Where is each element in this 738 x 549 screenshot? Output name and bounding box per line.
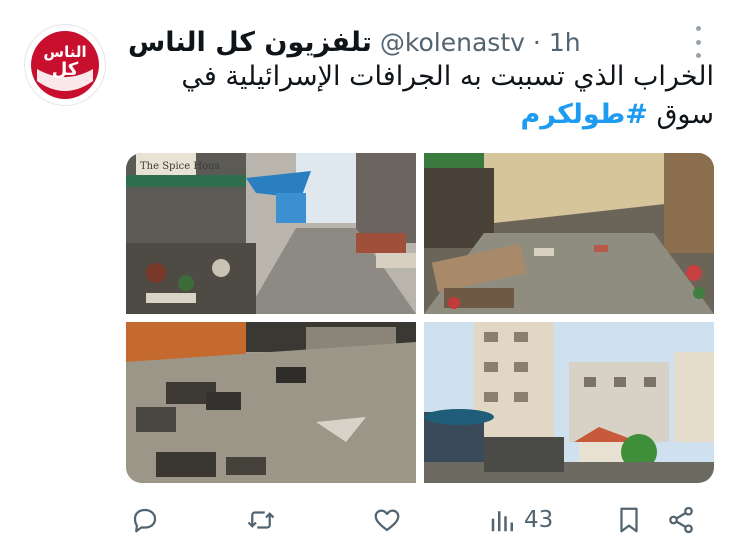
tweet-text: الخراب الذي تسببت به الجرافات الإسرائيلي… xyxy=(128,58,714,134)
channel-logo: الناس كل xyxy=(27,27,103,103)
user-handle[interactable]: @kolenastv xyxy=(380,28,525,57)
bookmark-icon xyxy=(620,507,638,533)
views-icon xyxy=(491,511,513,532)
views-count: 43 xyxy=(524,507,554,533)
hashtag-link[interactable]: #طولكرم xyxy=(520,99,647,130)
tweet-text-line-2-prefix: سوق xyxy=(647,99,714,130)
display-name[interactable]: تلفزيون كل الناس xyxy=(128,27,372,58)
share-icon xyxy=(669,506,693,534)
like-icon xyxy=(374,509,400,532)
covered-market-image xyxy=(424,153,714,314)
tweet-text-line-1: الخراب الذي تسببت به الجرافات الإسرائيلي… xyxy=(181,61,714,92)
avatar[interactable]: الناس كل xyxy=(24,24,106,106)
media-photo-4[interactable] xyxy=(424,322,714,483)
media-photo-2[interactable] xyxy=(424,153,714,314)
timestamp[interactable]: 1h xyxy=(549,28,581,57)
crates-road-image xyxy=(126,322,416,483)
svg-text:كل: كل xyxy=(52,59,79,80)
tweet-card[interactable]: الناس كل تلفزيون كل الناس @kolenastv · 1… xyxy=(0,0,738,549)
tweet-actions: 43 xyxy=(126,500,710,540)
separator-dot: · xyxy=(532,27,541,57)
like-button[interactable] xyxy=(372,500,402,540)
media-grid: The Spice Hous xyxy=(126,153,714,483)
tweet-text-line-2: سوق #طولكرم xyxy=(128,96,714,134)
media-photo-1[interactable]: The Spice Hous xyxy=(126,153,416,314)
svg-text:The Spice Hous: The Spice Hous xyxy=(140,161,220,172)
retweet-icon xyxy=(247,511,275,529)
more-options-icon[interactable] xyxy=(686,26,710,58)
reply-icon xyxy=(133,508,157,533)
retweet-button[interactable] xyxy=(246,500,276,540)
views-button[interactable]: 43 xyxy=(488,500,553,540)
reply-button[interactable] xyxy=(130,500,160,540)
street-debris-image: The Spice Hous xyxy=(126,153,416,314)
share-button[interactable] xyxy=(666,500,696,540)
buildings-street-image xyxy=(424,322,714,483)
bookmark-button[interactable] xyxy=(614,500,644,540)
media-photo-3[interactable] xyxy=(126,322,416,483)
